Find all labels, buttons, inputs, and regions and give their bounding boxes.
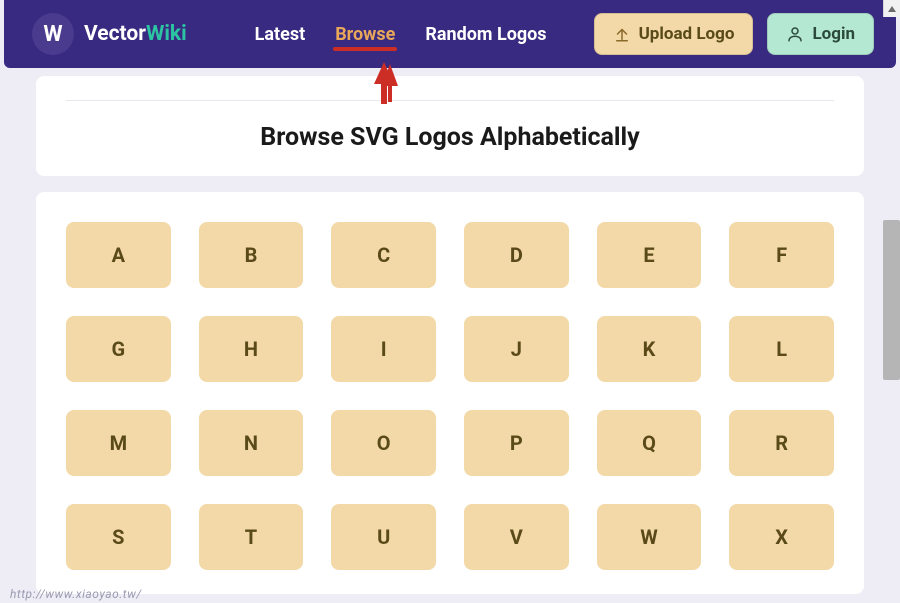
letter-label: A [112,243,125,267]
letters-card: A B C D E F G H I J K L M N O P Q R S T U V W X [36,192,864,594]
letter-tile-v[interactable]: V [464,504,569,570]
nav-actions: Upload Logo Login [594,13,874,55]
letter-label: F [776,243,787,267]
letter-tile-p[interactable]: P [464,410,569,476]
letter-label: Q [642,431,656,455]
letter-label: N [244,431,258,455]
scrollbar-thumb[interactable] [883,220,900,380]
brand-name-b: Wiki [146,22,187,46]
letter-label: X [775,525,788,549]
letter-tile-x[interactable]: X [729,504,834,570]
letter-tile-b[interactable]: B [199,222,304,288]
letter-label: J [511,337,522,361]
upload-logo-button[interactable]: Upload Logo [594,13,754,55]
letter-label: V [510,525,523,549]
letter-tile-n[interactable]: N [199,410,304,476]
letter-label: L [776,337,787,361]
brand-name: VectorWiki [84,22,187,46]
watermark: http://www.xiaoyao.tw/ [10,587,142,601]
nav-links: Latest Browse Random Logos [255,24,547,45]
letter-tile-c[interactable]: C [331,222,436,288]
login-button[interactable]: Login [767,13,874,55]
letter-tile-m[interactable]: M [66,410,171,476]
brand-name-a: Vector [84,22,146,46]
logo-letter: W [43,22,62,47]
nav-link-latest[interactable]: Latest [255,24,306,45]
letter-grid: A B C D E F G H I J K L M N O P Q R S T U V W X [66,222,834,570]
letter-label: T [245,525,257,549]
title-card: Browse SVG Logos Alphabetically [36,76,864,176]
upload-label: Upload Logo [639,24,735,44]
letter-label: R [775,431,788,455]
letter-label: B [245,243,258,267]
letter-label: I [381,337,387,361]
brand-logo[interactable]: W VectorWiki [32,13,187,55]
scroll-up-button[interactable] [883,0,900,17]
letter-tile-u[interactable]: U [331,504,436,570]
login-label: Login [812,24,855,44]
letter-label: S [112,525,124,549]
letter-tile-q[interactable]: Q [597,410,702,476]
letter-label: D [510,243,523,267]
user-icon [786,25,804,43]
letter-tile-i[interactable]: I [331,316,436,382]
letter-label: P [510,431,523,455]
letter-label: M [110,431,128,455]
letter-tile-a[interactable]: A [66,222,171,288]
divider [66,100,834,101]
nav-link-random[interactable]: Random Logos [425,24,546,45]
letter-label: C [377,243,390,267]
logo-mark-icon: W [32,13,74,55]
letter-label: K [643,337,656,361]
letter-tile-s[interactable]: S [66,504,171,570]
letter-tile-k[interactable]: K [597,316,702,382]
letter-tile-w[interactable]: W [597,504,702,570]
letter-tile-e[interactable]: E [597,222,702,288]
letter-label: U [377,525,390,549]
letter-label: G [112,337,126,361]
letter-label: H [244,337,258,361]
letter-tile-f[interactable]: F [729,222,834,288]
upload-icon [613,25,631,43]
letter-tile-l[interactable]: L [729,316,834,382]
letter-tile-o[interactable]: O [331,410,436,476]
letter-label: O [377,431,391,455]
letter-tile-t[interactable]: T [199,504,304,570]
letter-label: E [643,243,654,267]
navbar: W VectorWiki Latest Browse Random Logos … [4,0,896,68]
letter-tile-j[interactable]: J [464,316,569,382]
letter-tile-r[interactable]: R [729,410,834,476]
letter-tile-h[interactable]: H [199,316,304,382]
letter-tile-g[interactable]: G [66,316,171,382]
letter-tile-d[interactable]: D [464,222,569,288]
nav-link-browse[interactable]: Browse [335,24,395,45]
page-title: Browse SVG Logos Alphabetically [66,123,834,152]
letter-label: W [640,525,658,549]
